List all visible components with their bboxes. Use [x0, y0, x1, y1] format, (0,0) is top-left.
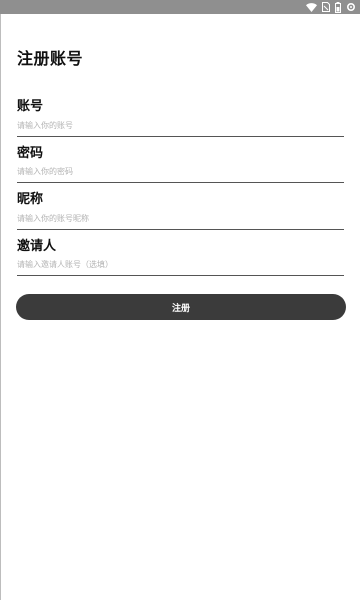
page-title: 注册账号 — [17, 49, 84, 68]
status-icons — [306, 1, 356, 13]
inviter-input[interactable] — [17, 253, 344, 276]
register-button[interactable]: 注册 — [16, 294, 346, 320]
inviter-label: 邀请人 — [17, 239, 57, 254]
status-bar — [0, 0, 360, 14]
password-label: 密码 — [17, 146, 44, 161]
account-label: 账号 — [17, 99, 44, 114]
account-input[interactable] — [17, 114, 344, 137]
sim-icon — [322, 2, 330, 12]
left-edge-divider — [0, 14, 1, 600]
battery-icon — [335, 1, 341, 13]
password-input[interactable] — [17, 160, 344, 183]
settings-icon — [346, 2, 356, 12]
wifi-icon — [306, 2, 317, 12]
nickname-label: 昵称 — [17, 192, 44, 207]
nickname-input[interactable] — [17, 207, 344, 230]
